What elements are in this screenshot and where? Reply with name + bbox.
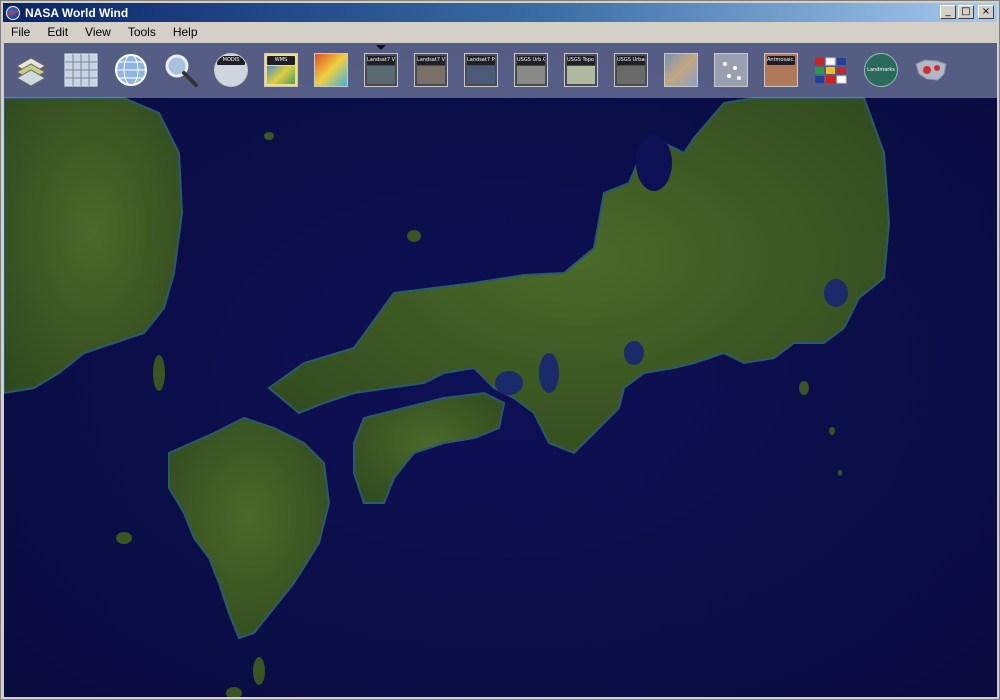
landsat-visible-icon: Landsat7 Visible (364, 53, 398, 87)
menu-help[interactable]: Help (164, 25, 206, 39)
landsat-visible-button[interactable]: Landsat7 Visible (363, 45, 399, 88)
island (264, 132, 274, 140)
island (799, 381, 809, 395)
layer-toolbar: MODIS WMS Landsat7 Visible (4, 43, 997, 98)
sado-island (636, 135, 672, 191)
flags-icon (815, 57, 847, 84)
grid-icon (64, 53, 98, 87)
island (407, 230, 421, 242)
antmosaic-button[interactable]: Antmosaic.org (763, 52, 799, 88)
usgs-topo-icon: USGS Topo Map (564, 53, 598, 87)
landsat-pseudo-button[interactable]: Landsat7 Pseudo (463, 52, 499, 88)
landmarks-button[interactable]: Landmarks (863, 52, 899, 88)
usgs-urban-icon: USGS Urban Area (614, 53, 648, 87)
app-window: NASA World Wind _ □ × File Edit View Too… (0, 0, 1000, 700)
usgs-ortho-button[interactable]: USGS Urb.Ortho (513, 52, 549, 88)
window-title: NASA World Wind (25, 5, 129, 20)
title-bar[interactable]: NASA World Wind _ □ × (3, 3, 997, 22)
osaka-bay (495, 371, 523, 395)
modis-icon: MODIS (214, 53, 248, 87)
sst-icon (314, 53, 348, 87)
close-button[interactable]: × (978, 5, 994, 19)
menu-view[interactable]: View (76, 25, 119, 39)
placenames-button[interactable] (713, 52, 749, 88)
landsat-visible-alt-button[interactable]: Landsat7 Visible (413, 52, 449, 88)
search-button[interactable] (163, 52, 199, 88)
landsat-visible-alt-icon: Landsat7 Visible (414, 53, 448, 87)
sst-layer-button[interactable] (313, 52, 349, 88)
usgs-urban-button[interactable]: USGS Urban Area (613, 52, 649, 88)
island (838, 470, 842, 476)
island (153, 355, 165, 391)
island (829, 427, 835, 435)
layer-manager-button[interactable] (13, 52, 49, 88)
nasa-logo-icon (6, 5, 20, 20)
lat-lon-grid-button[interactable] (63, 52, 99, 88)
landsat-pseudo-icon: Landsat7 Pseudo (464, 53, 498, 87)
wms-layer-button[interactable]: WMS (263, 52, 299, 88)
flags-button[interactable] (813, 52, 849, 88)
menu-file[interactable]: File (3, 25, 38, 39)
minimize-button[interactable]: _ (940, 5, 956, 19)
placenames-icon (714, 53, 748, 87)
landmarks-icon: Landmarks (864, 53, 898, 87)
world-map-icon (664, 53, 698, 87)
island (253, 657, 265, 685)
magnifier-icon (165, 54, 198, 87)
menu-bar: File Edit View Tools Help (3, 22, 997, 42)
window-controls: _ □ × (940, 5, 994, 19)
antmosaic-icon: Antmosaic.org (764, 53, 798, 87)
tokyo-bay (824, 279, 848, 307)
maximize-button[interactable]: □ (958, 5, 974, 19)
globe-view-button[interactable] (113, 52, 149, 88)
wms-icon: WMS (264, 53, 298, 87)
ise-bay (624, 341, 644, 365)
usa-map-icon (915, 59, 947, 81)
menu-edit[interactable]: Edit (38, 25, 76, 39)
layers-icon (15, 57, 47, 87)
globe-viewport[interactable]: MODIS WMS Landsat7 Visible (4, 43, 997, 697)
menu-tools[interactable]: Tools (119, 25, 164, 39)
world-map-button[interactable] (663, 52, 699, 88)
lake-biwa (539, 353, 559, 393)
modis-layer-button[interactable]: MODIS (213, 52, 249, 88)
island (116, 532, 132, 544)
usgs-topo-button[interactable]: USGS Topo Map (563, 52, 599, 88)
globe-icon (115, 54, 147, 86)
usa-map-button[interactable] (913, 52, 949, 88)
satellite-map-image (4, 43, 997, 697)
usgs-ortho-icon: USGS Urb.Ortho (514, 53, 548, 87)
